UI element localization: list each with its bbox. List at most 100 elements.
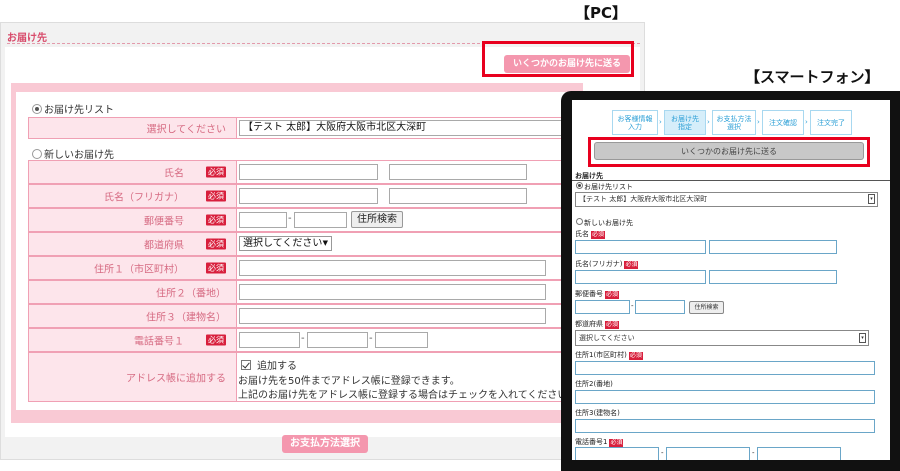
required-badge: 必須 (206, 190, 226, 202)
sp-tel-first-input[interactable] (575, 447, 659, 460)
first-name-input[interactable] (389, 164, 527, 180)
pref-select[interactable]: 選択してください ▼ (239, 236, 332, 251)
sp-addr2-input[interactable] (575, 390, 875, 404)
zip-first-input[interactable] (239, 212, 287, 228)
zip-search-button[interactable]: 住所検索 (351, 211, 403, 228)
pc-caption: 【PC】 (575, 4, 628, 22)
sp-first-name-input[interactable] (709, 240, 837, 254)
sp-pref-label: 都道府県 必須 (575, 320, 620, 329)
pref-label: 都道府県 (144, 240, 184, 252)
multi-address-button[interactable]: いくつかのお届け先に送る (504, 55, 630, 73)
sp-tel-dash: - (752, 449, 755, 457)
chevron-right-icon: › (757, 118, 760, 126)
sp-address-list-row[interactable]: お届け先リスト (576, 182, 633, 192)
sp-zip-dash: - (631, 302, 634, 310)
addressbook-note-1: お届け先を50件までアドレス帳に登録できます。 (238, 376, 460, 387)
addr1-row: 住所１（市区町村） 必須 (28, 256, 573, 280)
addr3-label: 住所３（建物名） (146, 312, 226, 324)
required-badge: 必須 (206, 262, 226, 274)
step-customer-info: お客様情報 入力 (612, 110, 658, 135)
zip-row: 郵便番号 必須 - 住所検索 (28, 208, 573, 232)
sp-last-name-input[interactable] (575, 240, 706, 254)
tel-third-input[interactable] (375, 332, 428, 348)
sp-tel-dash: - (661, 449, 664, 457)
tel-second-input[interactable] (307, 332, 368, 348)
zip-label: 郵便番号 (144, 216, 184, 228)
tel-row: 電話番号１ 必須 - - (28, 328, 573, 352)
sp-new-address-row[interactable]: 新しいお届け先 (576, 218, 633, 228)
sp-addr1-label: 住所1(市区町村) 必須 (575, 351, 643, 360)
sp-address-list-radio[interactable] (576, 182, 583, 189)
chevron-right-icon: › (659, 118, 662, 126)
chevron-right-icon: › (707, 118, 710, 126)
addr2-input[interactable] (239, 284, 546, 300)
addr2-row: 住所２（番地） (28, 280, 573, 304)
sp-multi-address-button[interactable]: いくつかのお届け先に送る (594, 142, 864, 160)
required-badge: 必須 (206, 238, 226, 250)
sp-last-kana-input[interactable] (575, 270, 706, 284)
step-payment: お支払方法 選択 (712, 110, 756, 135)
chevron-right-icon: › (805, 118, 808, 126)
addressbook-checkbox[interactable] (241, 360, 251, 370)
pc-section-title: お届け先 (7, 33, 47, 44)
address-list-radio[interactable] (32, 104, 42, 114)
addressbook-row: アドレス帳に追加する 追加する お届け先を50件までアドレス帳に登録できます。 … (28, 352, 577, 402)
addr2-label: 住所２（番地） (156, 288, 226, 300)
sp-addr2-label: 住所2(番地) (575, 380, 613, 388)
required-badge: 必須 (206, 334, 226, 346)
step-confirm: 注文確認 (762, 110, 804, 135)
last-kana-input[interactable] (239, 188, 378, 204)
sp-addr3-input[interactable] (575, 419, 875, 433)
sp-pref-select[interactable]: 選択してください ▾ (575, 330, 869, 346)
sp-address-select[interactable]: 【テスト 太郎】大阪府大阪市北区大深町 ▾ (575, 192, 878, 207)
address-list-label: お届け先リスト (44, 105, 114, 116)
zip-dash: - (288, 213, 292, 224)
step-complete: 注文完了 (810, 110, 852, 135)
sp-tel-second-input[interactable] (666, 447, 750, 460)
sp-first-kana-input[interactable] (709, 270, 837, 284)
sp-addr3-label: 住所3(建物名) (575, 409, 620, 417)
addressbook-label: アドレス帳に追加する (126, 373, 226, 385)
addr1-label: 住所１（市区町村） (94, 264, 184, 276)
smartphone-screen: お客様情報 入力 › お届け先 指定 › お支払方法 選択 › 注文確認 › 注文完了… (572, 100, 890, 460)
required-badge: 必須 (206, 214, 226, 226)
select-label: 選択してください (146, 124, 226, 136)
addr3-row: 住所３（建物名） (28, 304, 573, 328)
sp-addr1-input[interactable] (575, 361, 875, 375)
sp-zip-search-button[interactable]: 住所検索 (689, 301, 724, 314)
tel-dash: - (301, 333, 305, 344)
new-address-radio-row[interactable]: 新しいお届け先 (32, 146, 114, 161)
dropdown-arrow-icon: ▾ (868, 194, 875, 204)
address-list-radio-row[interactable]: お届け先リスト (32, 101, 114, 116)
step-delivery: お届け先 指定 (664, 110, 706, 135)
first-kana-input[interactable] (389, 188, 527, 204)
sp-tel-label: 電話番号1 必須 (575, 438, 624, 447)
zip-second-input[interactable] (294, 212, 347, 228)
sp-zip-second-input[interactable] (635, 300, 685, 314)
sp-new-address-radio[interactable] (576, 218, 583, 225)
addr1-input[interactable] (239, 260, 546, 276)
address-select[interactable]: 【テスト 太郎】大阪府大阪市北区大深町 (239, 120, 569, 136)
dropdown-arrow-icon: ▼ (322, 239, 328, 247)
sp-divider (572, 180, 890, 181)
new-address-radio[interactable] (32, 149, 42, 159)
smartphone-caption: 【スマートフォン】 (745, 68, 880, 86)
payment-method-button[interactable]: お支払方法選択 (282, 435, 368, 453)
addr3-input[interactable] (239, 308, 546, 324)
required-badge: 必須 (206, 166, 226, 178)
last-name-input[interactable] (239, 164, 378, 180)
name-label: 氏名 (164, 168, 184, 180)
sp-tel-third-input[interactable] (757, 447, 841, 460)
addressbook-note-2: 上記のお届け先をアドレス帳に登録する場合はチェックを入れてください。 (238, 390, 578, 401)
sp-kana-label: 氏名(フリガナ) 必須 (575, 260, 639, 269)
addressbook-check-row[interactable]: 追加する (241, 357, 297, 372)
name-row: 氏名 必須 (28, 160, 573, 184)
sp-name-label: 氏名 必須 (575, 230, 606, 239)
pref-row: 都道府県 必須 選択してください ▼ (28, 232, 573, 256)
kana-label: 氏名（フリガナ） (104, 192, 184, 204)
sp-zip-first-input[interactable] (575, 300, 630, 314)
tel-first-input[interactable] (239, 332, 300, 348)
tel-dash: - (369, 333, 373, 344)
sp-zip-label: 郵便番号 必須 (575, 290, 620, 299)
kana-row: 氏名（フリガナ） 必須 (28, 184, 573, 208)
